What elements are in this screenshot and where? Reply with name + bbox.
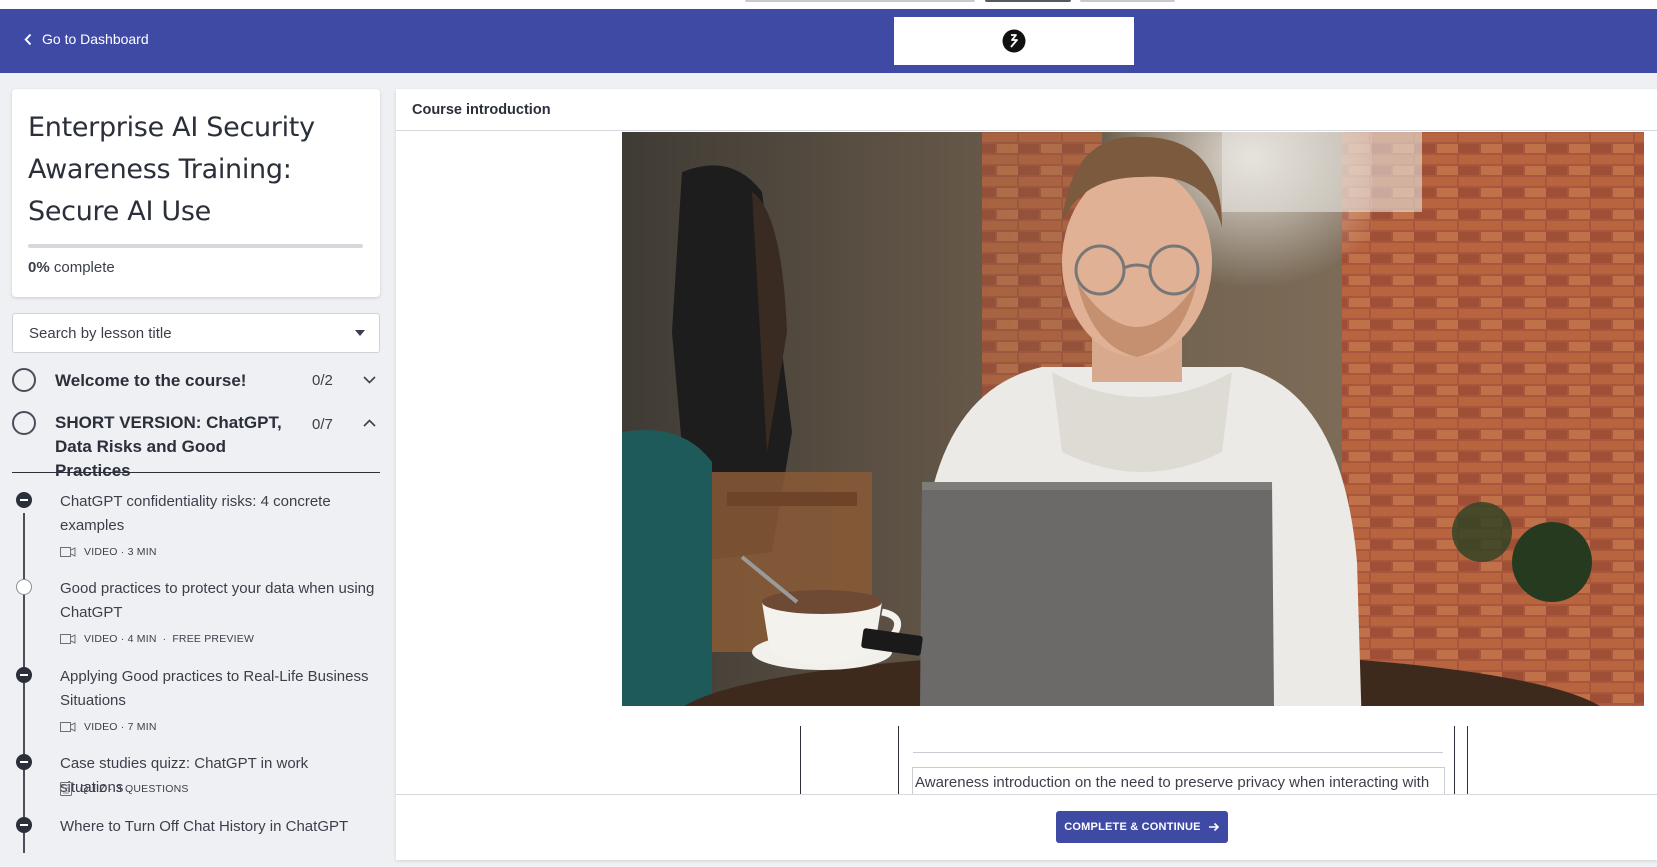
lesson-title: ChatGPT confidentiality risks: 4 concret… xyxy=(60,493,331,534)
brand-logo[interactable] xyxy=(894,17,1134,65)
curriculum-sidebar: Enterprise AI Security Awareness Trainin… xyxy=(0,73,390,867)
top-tab xyxy=(985,0,1071,2)
section-status-circle-icon xyxy=(12,411,36,435)
lesson-meta-text: VIDEO · 7 MIN xyxy=(84,721,157,733)
browser-top-strip xyxy=(0,0,1657,9)
course-title: Enterprise AI Security Awareness Trainin… xyxy=(28,112,315,227)
lesson-content-panel: Course introduction Awareness introducti… xyxy=(396,89,1657,860)
chevron-up-icon[interactable] xyxy=(363,419,376,427)
lesson-status-icon xyxy=(16,667,32,683)
lesson-title: Where to Turn Off Chat History in ChatGP… xyxy=(60,818,349,835)
lesson-item[interactable]: Case studies quizz: ChatGPT in work situ… xyxy=(12,752,380,798)
lesson-meta-text: QUIZ · 3 QUESTIONS xyxy=(80,783,189,795)
video-icon xyxy=(60,547,76,557)
lesson-item[interactable]: Good practices to protect your data when… xyxy=(12,577,380,647)
top-tab xyxy=(1080,0,1175,2)
lesson-meta: QUIZ · 3 QUESTIONS xyxy=(60,782,189,796)
lesson-title: Applying Good practices to Real-Life Bus… xyxy=(60,668,369,709)
lesson-meta: VIDEO · 7 MIN xyxy=(60,721,157,733)
complete-and-continue-label: COMPLETE & CONTINUE xyxy=(1064,821,1201,833)
lesson-search-placeholder: Search by lesson title xyxy=(29,324,172,342)
chevron-down-icon[interactable] xyxy=(363,376,376,384)
progress-label: 0% complete xyxy=(28,259,115,276)
quiz-icon xyxy=(60,782,72,796)
lesson-meta: VIDEO · 4 MIN · FREE PREVIEW xyxy=(60,633,254,645)
section-welcome[interactable]: Welcome to the course! 0/2 xyxy=(12,356,380,406)
lesson-item[interactable]: Applying Good practices to Real-Life Bus… xyxy=(12,665,380,735)
top-tab xyxy=(745,0,975,2)
lesson-title: Good practices to protect your data when… xyxy=(60,580,375,621)
arrow-right-icon xyxy=(1208,822,1219,832)
section-divider xyxy=(12,472,380,473)
lesson-footer-bar: COMPLETE & CONTINUE xyxy=(396,794,1657,860)
section-count: 0/7 xyxy=(312,416,333,433)
chevron-left-icon xyxy=(24,33,32,45)
lesson-meta-text: VIDEO · 4 MIN xyxy=(84,633,157,645)
lesson-heading: Course introduction xyxy=(396,89,1657,131)
video-frame-image xyxy=(622,132,1644,706)
lesson-search-select[interactable]: Search by lesson title xyxy=(12,313,380,353)
content-rule xyxy=(913,752,1443,753)
lesson-status-icon xyxy=(16,579,32,595)
course-header: Go to Dashboard xyxy=(0,9,1657,73)
section-short-version[interactable]: SHORT VERSION: ChatGPT, Data Risks and G… xyxy=(12,410,380,480)
video-player[interactable] xyxy=(622,132,1644,706)
lesson-meta: VIDEO · 3 MIN xyxy=(60,546,157,558)
logo-mark-icon xyxy=(1002,29,1026,53)
course-progress-bar xyxy=(28,244,363,248)
lesson-status-icon xyxy=(16,492,32,508)
go-to-dashboard-label: Go to Dashboard xyxy=(42,31,149,47)
lesson-status-icon xyxy=(16,754,32,770)
meta-separator: · xyxy=(162,633,167,645)
lesson-status-icon xyxy=(16,817,32,833)
video-icon xyxy=(60,634,76,644)
video-icon xyxy=(60,722,76,732)
section-status-circle-icon xyxy=(12,368,36,392)
section-count: 0/2 xyxy=(312,372,333,389)
go-to-dashboard-link[interactable]: Go to Dashboard xyxy=(24,31,149,47)
course-progress-card: Enterprise AI Security Awareness Trainin… xyxy=(12,89,380,297)
lesson-item[interactable]: Where to Turn Off Chat History in ChatGP… xyxy=(12,815,380,845)
lesson-item[interactable]: ChatGPT confidentiality risks: 4 concret… xyxy=(12,490,380,560)
section-title: Welcome to the course! xyxy=(55,371,247,390)
progress-suffix: complete xyxy=(53,259,115,276)
progress-value: 0% xyxy=(28,259,50,276)
free-preview-tag: FREE PREVIEW xyxy=(172,633,255,645)
lesson-meta-text: VIDEO · 3 MIN xyxy=(84,546,157,558)
caret-down-icon xyxy=(355,330,365,336)
complete-and-continue-button[interactable]: COMPLETE & CONTINUE xyxy=(1056,811,1228,843)
